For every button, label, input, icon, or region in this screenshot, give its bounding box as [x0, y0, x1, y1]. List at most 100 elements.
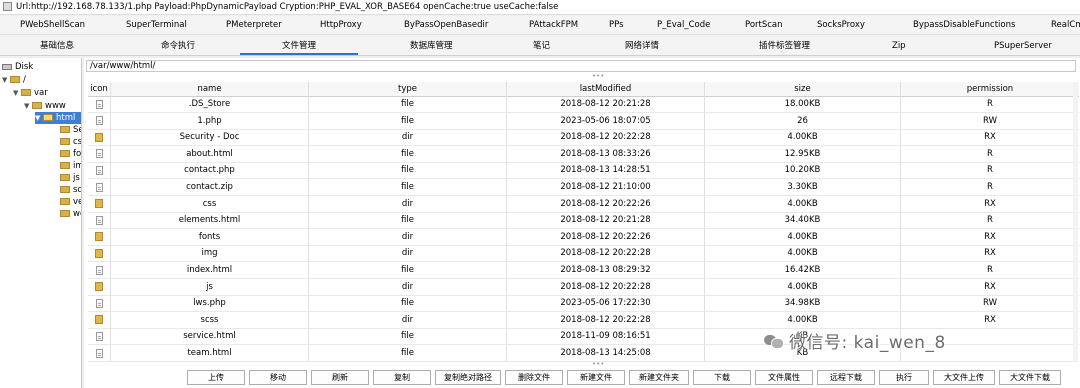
column-header-icon[interactable]: icon [88, 82, 110, 96]
tab-database[interactable]: 数据库管理 [410, 37, 453, 55]
tab-notes[interactable]: 笔记 [533, 37, 550, 55]
table-row[interactable]: contact.php file 2018-08-13 14:28:51 10.20K… [88, 162, 1079, 180]
cell-lastmodified: 2023-05-06 17:22:30 [506, 295, 704, 312]
tree-node-label: Disk [15, 62, 34, 72]
directory-tree: Disk ▼/ ▼var ▼www ▼html Se cs fo im js s… [0, 58, 82, 388]
table-header: icon name type lastModified size permiss… [88, 82, 1079, 97]
tree-node-child[interactable]: sc [60, 184, 81, 196]
cell-lastmodified: 2018-08-13 14:25:08 [506, 345, 704, 361]
tree-node-child[interactable]: Se [60, 124, 81, 136]
tab-socksproxy[interactable]: SocksProxy [817, 16, 865, 34]
tree-node-child[interactable]: im [60, 160, 81, 172]
table-scrollbar[interactable] [1073, 82, 1078, 362]
table-row[interactable]: 1.php file 2023-05-06 18:07:05 26 RW [88, 112, 1079, 130]
download-button[interactable]: 下载 [693, 370, 751, 385]
tab-command-exec[interactable]: 命令执行 [161, 37, 195, 55]
new-file-button[interactable]: 新建文件 [567, 370, 625, 385]
cell-lastmodified: 2018-08-12 20:22:28 [506, 278, 704, 295]
tree-node-child[interactable]: ve [60, 196, 81, 208]
column-header-lastmodified[interactable]: lastModified [506, 82, 704, 96]
cell-lastmodified: 2018-08-13 08:33:26 [506, 145, 704, 162]
tree-node-disk[interactable]: Disk [2, 61, 33, 73]
cell-permission: R [900, 212, 1079, 229]
file-icon [95, 182, 103, 192]
expand-toggle-icon[interactable]: ▼ [13, 87, 21, 99]
tab-httpproxy[interactable]: HttpProxy [320, 16, 362, 34]
tab-zip[interactable]: Zip [892, 37, 906, 55]
tree-node-child[interactable]: fo [60, 148, 81, 160]
tab-plugin-manager[interactable]: 插件标签管理 [759, 37, 810, 55]
table-row[interactable]: contact.zip file 2018-08-12 21:10:00 3.30KB… [88, 179, 1079, 196]
tree-node-child[interactable]: js [60, 172, 80, 184]
tab-psuperserver[interactable]: PSuperServer [994, 37, 1052, 55]
action-button-bar: 上传 移动 刷新 复制 复制绝对路径 删除文件 新建文件 新建文件夹 下载 文件… [88, 370, 1076, 386]
folder-icon [10, 76, 20, 83]
upload-button[interactable]: 上传 [187, 370, 245, 385]
file-properties-button[interactable]: 文件属性 [755, 370, 813, 385]
table-row[interactable]: scss dir 2018-08-12 20:22:28 4.00KB RX [88, 311, 1079, 329]
tab-p-eval-code[interactable]: P_Eval_Code [657, 16, 710, 34]
icon-cell [88, 179, 110, 195]
cell-size: 4.00KB [704, 278, 900, 295]
table-row[interactable]: lws.php file 2023-05-06 17:22:30 34.98KB RW [88, 295, 1079, 313]
tab-pwebshellscan[interactable]: PWebShellScan [20, 16, 85, 34]
cell-name: css [110, 195, 308, 212]
copy-button[interactable]: 复制 [373, 370, 431, 385]
icon-cell [88, 113, 110, 129]
table-row[interactable]: fonts dir 2018-08-12 20:22:26 4.00KB RX [88, 228, 1079, 246]
column-header-type[interactable]: type [308, 82, 506, 96]
column-header-permission[interactable]: permission [900, 82, 1079, 96]
tab-network-details[interactable]: 网络详情 [625, 37, 659, 55]
tree-node-html[interactable]: ▼ html [35, 112, 81, 124]
cell-lastmodified: 2018-08-12 20:22:28 [506, 245, 704, 262]
table-row[interactable]: css dir 2018-08-12 20:22:26 4.00KB RX [88, 195, 1079, 213]
copy-absolute-path-button[interactable]: 复制绝对路径 [435, 370, 501, 385]
tab-pmeterpreter[interactable]: PMeterpreter [226, 16, 282, 34]
table-row[interactable]: js dir 2018-08-12 20:22:28 4.00KB RX [88, 278, 1079, 296]
cell-name: team.html [110, 345, 308, 361]
tab-pps[interactable]: PPs [609, 16, 624, 34]
new-folder-button[interactable]: 新建文件夹 [629, 370, 689, 385]
large-file-upload-button[interactable]: 大文件上传 [933, 370, 995, 385]
cell-permission: RX [900, 245, 1079, 262]
tab-realcmd[interactable]: RealCm [1051, 16, 1080, 34]
icon-cell [88, 196, 110, 212]
execute-button[interactable]: 执行 [879, 370, 929, 385]
tab-pattackfpm[interactable]: PAttackFPM [529, 16, 578, 34]
expand-toggle-icon[interactable]: ▼ [2, 74, 10, 86]
refresh-button[interactable]: 刷新 [311, 370, 369, 385]
remote-download-button[interactable]: 远程下载 [817, 370, 875, 385]
table-row[interactable]: Security - Doc dir 2018-08-12 20:22:28 4.00… [88, 129, 1079, 147]
table-row[interactable]: .DS_Store file 2018-08-12 20:21:28 18.00KB R [88, 96, 1079, 113]
table-row[interactable]: img dir 2018-08-12 20:22:28 4.00KB RX [88, 245, 1079, 263]
tab-bypassdisablefunctions[interactable]: BypassDisableFunctions [913, 16, 1015, 34]
expand-toggle-icon[interactable]: ▼ [35, 112, 43, 124]
column-header-name[interactable]: name [110, 82, 308, 96]
tree-node-root[interactable]: ▼ / [2, 74, 26, 86]
path-input[interactable]: /var/www/html/ [86, 60, 1076, 72]
cell-permission: RX [900, 195, 1079, 212]
table-row[interactable]: elements.html file 2018-08-12 20:21:28 34.4… [88, 212, 1079, 230]
tree-node-var[interactable]: ▼ var [13, 87, 48, 99]
move-button[interactable]: 移动 [249, 370, 307, 385]
tree-node-child[interactable]: wo [60, 208, 81, 220]
splitter-handle[interactable]: ••• [592, 73, 604, 80]
tree-node-child[interactable]: cs [60, 136, 81, 148]
splitter-handle[interactable]: ••• [592, 361, 604, 368]
tab-file-manager[interactable]: 文件管理 [240, 37, 358, 55]
folder-icon [95, 248, 103, 258]
cell-type: file [308, 295, 506, 312]
expand-toggle-icon[interactable]: ▼ [24, 100, 32, 112]
tab-basic-info[interactable]: 基础信息 [40, 37, 74, 55]
tree-node-www[interactable]: ▼ www [24, 100, 66, 112]
table-row[interactable]: about.html file 2018-08-13 08:33:26 12.95KB… [88, 145, 1079, 163]
large-file-download-button[interactable]: 大文件下载 [999, 370, 1061, 385]
delete-file-button[interactable]: 删除文件 [505, 370, 563, 385]
column-header-size[interactable]: size [704, 82, 900, 96]
tab-superterminal[interactable]: SuperTerminal [126, 16, 187, 34]
file-icon [95, 348, 103, 358]
folder-icon [43, 114, 53, 121]
tab-bypassopenbasedir[interactable]: ByPassOpenBasedir [404, 16, 488, 34]
table-row[interactable]: index.html file 2018-08-13 08:29:32 16.42KB… [88, 262, 1079, 279]
tab-portscan[interactable]: PortScan [745, 16, 783, 34]
